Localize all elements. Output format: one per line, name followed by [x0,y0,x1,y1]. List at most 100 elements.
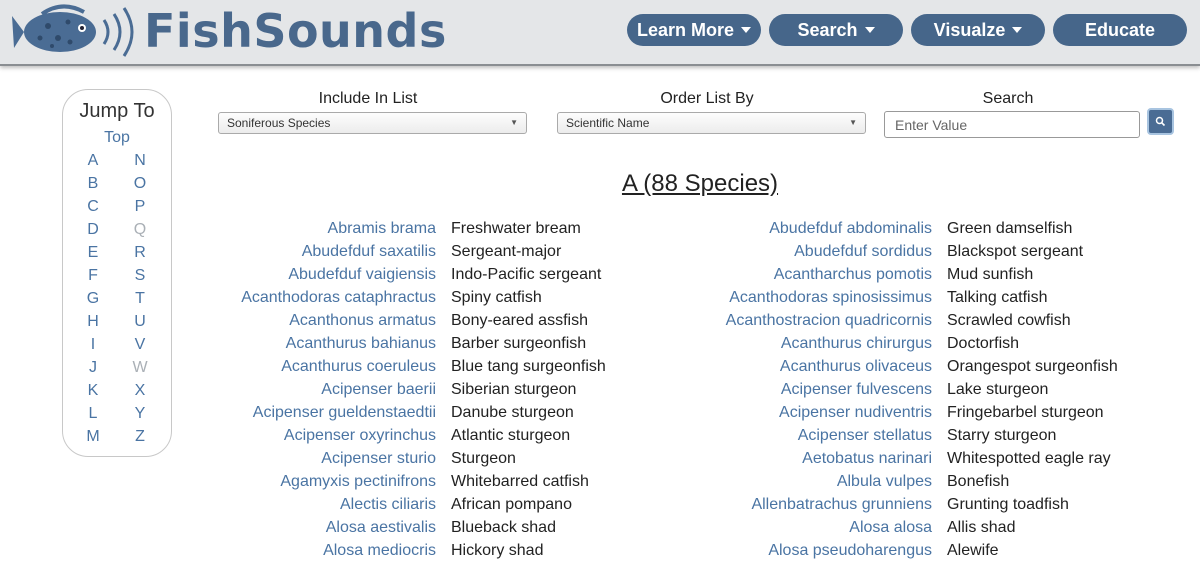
species-scientific-link[interactable]: Agamyxis pectinifrons [220,470,436,493]
species-scientific-link[interactable]: Alosa mediocris [220,539,436,562]
dropdown-arrow-icon: ▼ [849,118,857,127]
species-scientific-link[interactable]: Acantharchus pomotis [712,263,932,286]
jump-letter-x[interactable]: X [130,382,150,400]
species-scientific-link[interactable]: Aetobatus narinari [712,447,932,470]
species-common-name: Scrawled cowfish [947,312,1071,329]
jump-letter-w: W [132,359,148,376]
logo-text[interactable]: FishSounds [144,4,447,58]
jump-letter-e[interactable]: E [83,244,103,262]
species-common-name: Alewife [947,542,999,559]
section-heading: A (88 Species) [621,170,779,197]
nav-label: Educate [1084,19,1156,40]
jump-letter-q: Q [133,221,147,238]
species-scientific-link[interactable]: Acanthonus armatus [220,309,436,332]
species-scientific-link[interactable]: Abudefduf sordidus [712,240,932,263]
species-scientific-link[interactable]: Alosa aestivalis [220,516,436,539]
jump-letter-s[interactable]: S [130,267,150,285]
jump-letter-d[interactable]: D [83,221,103,239]
jump-letter-n[interactable]: N [130,152,150,170]
jump-letter-g[interactable]: G [83,290,103,308]
dropdown-arrow-icon: ▼ [510,118,518,127]
jump-letter-c[interactable]: C [83,198,103,216]
nav-visualize-button[interactable]: Visualze [911,14,1045,46]
species-scientific-link[interactable]: Alosa alosa [712,516,932,539]
species-common-name: Green damselfish [947,220,1073,237]
species-scientific-link[interactable]: Acipenser oxyrinchus [220,424,436,447]
species-scientific-link[interactable]: Acipenser sturio [220,447,436,470]
order-select[interactable]: Scientific Name ▼ [557,112,866,134]
jump-letter-i[interactable]: I [83,336,103,354]
species-scientific-link[interactable]: Acipenser fulvescens [712,378,932,401]
include-label: Include In List [318,90,418,107]
left-common-column: Freshwater bream Sergeant-major Indo-Pacif… [451,217,621,562]
search-icon [1155,116,1166,127]
nav-label: Learn More [636,19,735,40]
species-scientific-link[interactable]: Alosa pseudoharengus [712,539,932,562]
include-select[interactable]: Soniferous Species ▼ [218,112,527,134]
species-common-name: Doctorfish [947,335,1020,352]
species-common-name: Orangespot surgeonfish [947,358,1118,375]
species-common-name: Bony-eared assfish [451,312,588,329]
species-scientific-link[interactable]: Abudefduf vaigiensis [220,263,436,286]
species-scientific-link[interactable]: Acipenser baerii [220,378,436,401]
species-scientific-link[interactable]: Acanthurus coeruleus [220,355,436,378]
species-scientific-link[interactable]: Albula vulpes [712,470,932,493]
species-common-name: Whitespotted eagle ray [947,450,1111,467]
species-common-name: Atlantic sturgeon [451,427,571,444]
jump-letter-y[interactable]: Y [130,405,150,423]
caret-down-icon [864,27,875,33]
species-scientific-link[interactable]: Alectis ciliaris [220,493,436,516]
species-scientific-link[interactable]: Abudefduf abdominalis [712,217,932,240]
jump-letter-a[interactable]: A [83,152,103,170]
fish-logo-icon[interactable] [12,2,140,60]
jump-letter-j[interactable]: J [83,359,103,377]
jump-letter-t[interactable]: T [130,290,150,308]
species-common-name: Lake sturgeon [947,381,1049,398]
species-scientific-link[interactable]: Acanthurus olivaceus [712,355,932,378]
species-scientific-link[interactable]: Abudefduf saxatilis [220,240,436,263]
species-scientific-link[interactable]: Acanthodoras cataphractus [220,286,436,309]
jump-letter-m[interactable]: M [83,428,103,446]
header: FishSounds Learn More Search Visualze Ed… [0,0,1200,66]
jump-letter-h[interactable]: H [83,313,103,331]
jump-letter-o[interactable]: O [130,175,150,193]
nav-label: Search [797,19,858,40]
species-common-name: Talking catfish [947,289,1048,306]
nav-learn-more-button[interactable]: Learn More [627,14,761,46]
species-scientific-link[interactable]: Acanthostracion quadricornis [712,309,932,332]
jump-top-link[interactable]: Top [63,129,171,147]
jump-letter-k[interactable]: K [83,382,103,400]
species-common-name: African pompano [451,496,572,513]
species-common-name: Starry sturgeon [947,427,1057,444]
nav-educate-button[interactable]: Educate [1053,14,1187,46]
species-scientific-link[interactable]: Acipenser gueldenstaedtii [220,401,436,424]
search-input[interactable] [884,111,1140,138]
caret-down-icon [741,27,752,33]
species-scientific-link[interactable]: Acipenser stellatus [712,424,932,447]
species-common-name: Blue tang surgeonfish [451,358,606,375]
right-scientific-column: Abudefduf abdominalis Abudefduf sordidus A… [712,217,932,562]
order-select-value: Scientific Name [566,116,650,130]
jump-letter-l[interactable]: L [83,405,103,423]
nav-label: Visualze [933,19,1006,40]
species-common-name: Blackspot sergeant [947,243,1084,260]
species-common-name: Allis shad [947,519,1016,536]
species-scientific-link[interactable]: Abramis brama [220,217,436,240]
species-scientific-link[interactable]: Acanthodoras spinosissimus [712,286,932,309]
jump-letter-v[interactable]: V [130,336,150,354]
species-scientific-link[interactable]: Acanthurus bahianus [220,332,436,355]
jump-letter-f[interactable]: F [83,267,103,285]
jump-letter-z[interactable]: Z [130,428,150,446]
jump-letter-p[interactable]: P [130,198,150,216]
species-common-name: Bonefish [947,473,1010,490]
caret-down-icon [1012,27,1023,33]
jump-letter-u[interactable]: U [130,313,150,331]
nav-search-button[interactable]: Search [769,14,903,46]
species-scientific-link[interactable]: Acipenser nudiventris [712,401,932,424]
species-scientific-link[interactable]: Acanthurus chirurgus [712,332,932,355]
jump-letter-r[interactable]: R [130,244,150,262]
search-button[interactable] [1147,108,1174,135]
species-common-name: Grunting toadfish [947,496,1069,513]
species-scientific-link[interactable]: Allenbatrachus grunniens [712,493,932,516]
jump-letter-b[interactable]: B [83,175,103,193]
